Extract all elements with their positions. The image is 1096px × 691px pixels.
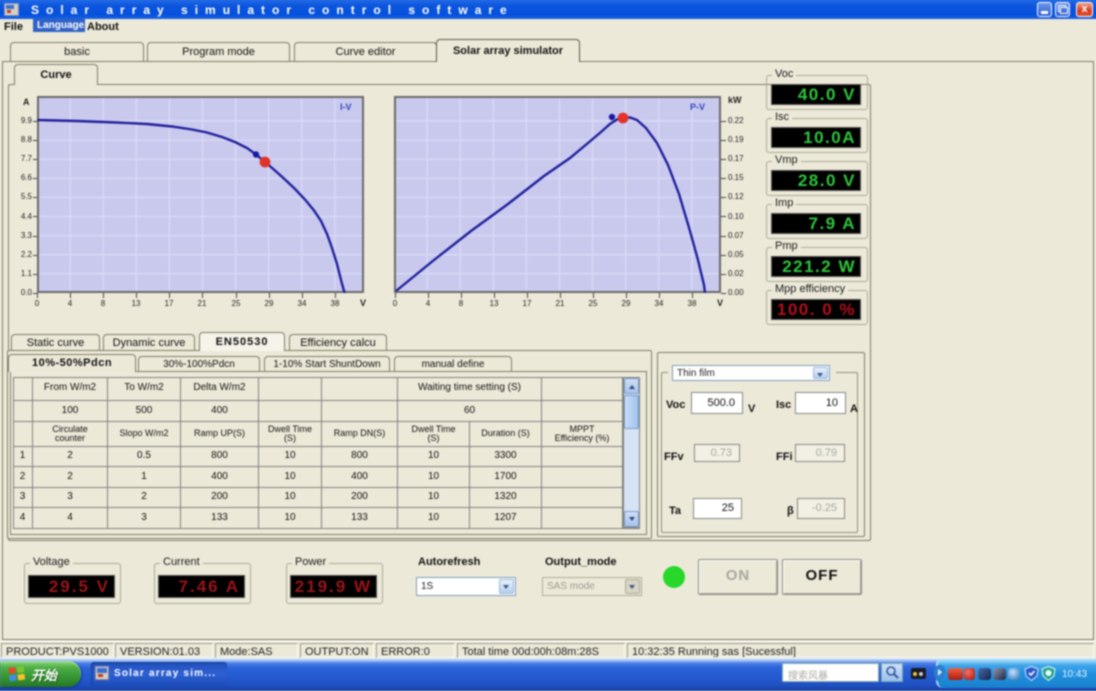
svg-text:P-V: P-V: [690, 102, 705, 112]
svg-text:I-V: I-V: [340, 102, 352, 112]
